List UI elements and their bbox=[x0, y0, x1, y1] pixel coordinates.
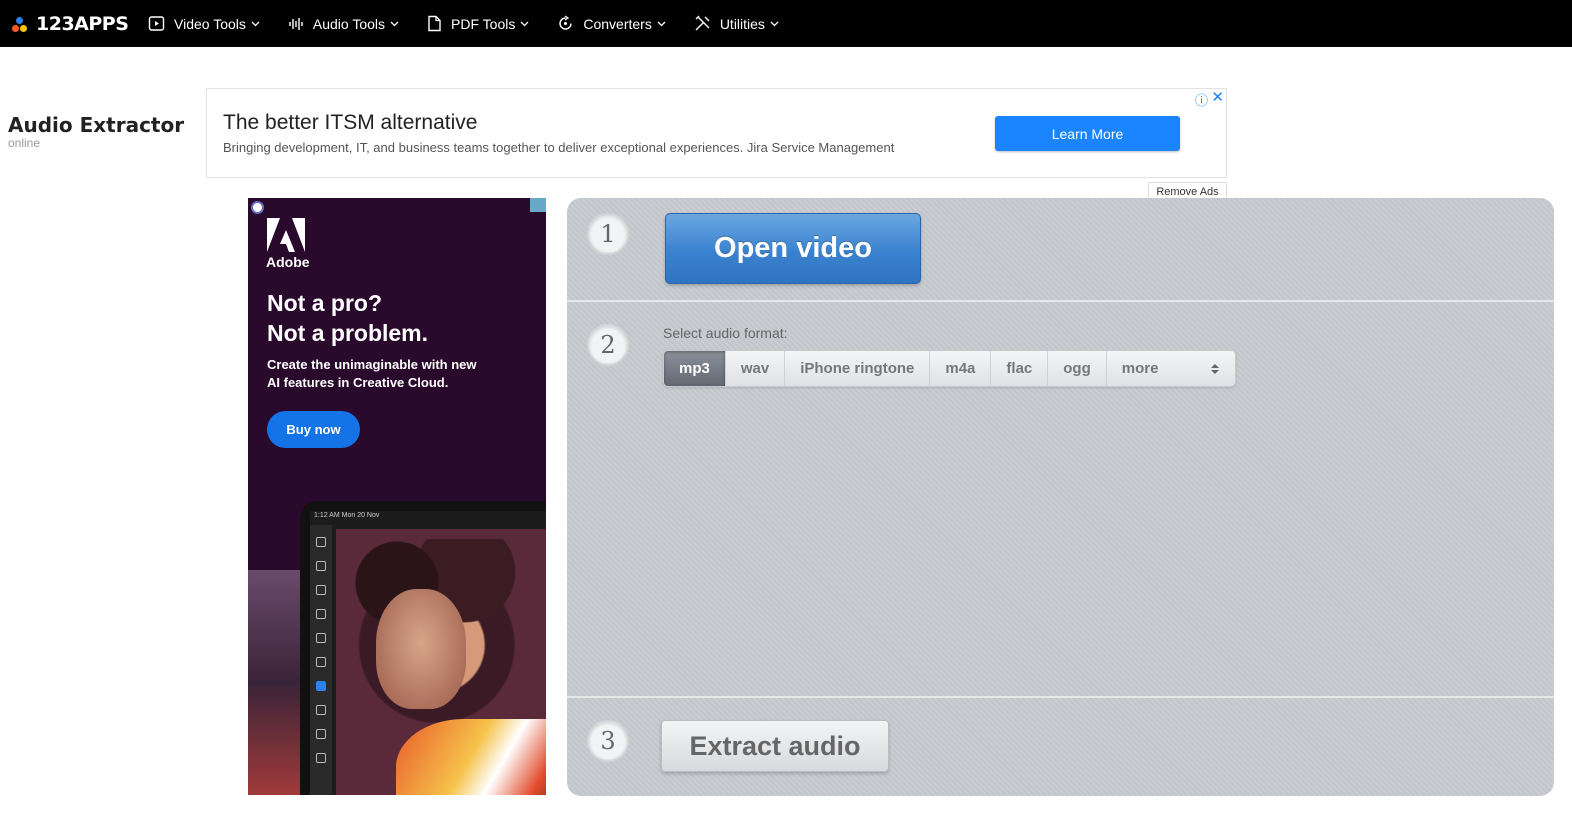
format-selector: mp3 wav iPhone ringtone m4a flac ogg mor… bbox=[663, 350, 1236, 387]
ad-background-image bbox=[248, 570, 300, 795]
pencil-tool-icon bbox=[316, 657, 326, 667]
select-arrows-icon bbox=[1210, 363, 1219, 374]
audio-wave-icon bbox=[289, 17, 303, 30]
text-tool-icon bbox=[316, 753, 326, 763]
top-navigation-bar: 123APPS Video Tools Audio Tools PDF Tool… bbox=[0, 0, 1572, 47]
banner-ad[interactable]: The better ITSM alternative Bringing dev… bbox=[206, 88, 1227, 178]
adobe-logo-icon bbox=[267, 218, 305, 252]
play-circle-icon bbox=[148, 16, 165, 31]
logo-dots-icon bbox=[12, 14, 32, 34]
brush-tool-icon bbox=[316, 537, 326, 547]
side-ad-body-1: Create the unimaginable with new bbox=[267, 357, 477, 372]
nav-video-tools-label: Video Tools bbox=[174, 15, 246, 32]
side-ad-adobe[interactable]: Adobe Not a pro? Not a problem. Create t… bbox=[248, 198, 546, 795]
ad-info-icon[interactable]: ⓘ bbox=[1195, 90, 1208, 109]
pen-tool-icon bbox=[316, 609, 326, 619]
audio-extractor-panel: 1 Open video 2 Select audio format: mp3 … bbox=[567, 198, 1554, 796]
step-extract-audio: 3 Extract audio bbox=[567, 700, 1554, 796]
nav-pdf-tools-label: PDF Tools bbox=[451, 15, 516, 32]
nav-pdf-tools[interactable]: PDF Tools bbox=[427, 0, 529, 47]
site-logo[interactable]: 123APPS bbox=[12, 13, 132, 35]
format-wav-button[interactable]: wav bbox=[726, 351, 786, 386]
format-m4a-button[interactable]: m4a bbox=[930, 351, 992, 386]
crop-tool-icon bbox=[316, 729, 326, 739]
step-select-format: 2 Select audio format: mp3 wav iPhone ri… bbox=[567, 304, 1554, 698]
nav-converters[interactable]: Converters bbox=[557, 0, 666, 47]
ad-close-icon[interactable]: ✕ bbox=[1211, 88, 1224, 106]
ad-privacy-icon[interactable] bbox=[251, 201, 264, 214]
adobe-brand-text: Adobe bbox=[266, 254, 310, 270]
format-more-label: more bbox=[1121, 360, 1159, 377]
format-ogg-button[interactable]: ogg bbox=[1048, 351, 1107, 386]
format-label: Select audio format: bbox=[663, 325, 788, 341]
side-ad-headline-1: Not a pro? bbox=[267, 290, 382, 316]
fill-tool-icon bbox=[316, 705, 326, 715]
open-video-button[interactable]: Open video bbox=[665, 213, 921, 284]
logo-text: 123APPS bbox=[36, 12, 129, 35]
format-more-select[interactable]: more bbox=[1107, 351, 1235, 386]
format-mp3-button[interactable]: mp3 bbox=[664, 351, 726, 386]
lasso-tool-icon bbox=[316, 585, 326, 595]
tablet-tool-rail bbox=[310, 525, 332, 795]
banner-ad-description: Bringing development, IT, and business t… bbox=[223, 140, 895, 155]
chevron-down-icon bbox=[251, 21, 260, 26]
tools-icon bbox=[695, 15, 710, 31]
step-open-video: 1 Open video bbox=[567, 198, 1554, 302]
extract-audio-button[interactable]: Extract audio bbox=[661, 720, 889, 772]
buy-now-button[interactable]: Buy now bbox=[267, 411, 360, 448]
nav-video-tools[interactable]: Video Tools bbox=[148, 0, 260, 47]
format-iphone-ringtone-button[interactable]: iPhone ringtone bbox=[785, 351, 931, 386]
banner-ad-title[interactable]: The better ITSM alternative bbox=[223, 111, 477, 135]
portrait-artwork-image bbox=[336, 529, 546, 795]
artwork-face bbox=[376, 589, 466, 709]
step-2-number: 2 bbox=[587, 324, 629, 366]
nav-audio-tools[interactable]: Audio Tools bbox=[288, 0, 399, 47]
step-3-number: 3 bbox=[587, 720, 629, 762]
page-title: Audio Extractor bbox=[8, 113, 185, 137]
main-nav: Video Tools Audio Tools PDF Tools Conver… bbox=[148, 0, 807, 47]
ad-choices-icon[interactable] bbox=[530, 198, 546, 212]
nav-audio-tools-label: Audio Tools bbox=[312, 15, 386, 32]
chevron-down-icon bbox=[657, 21, 666, 26]
nav-converters-label: Converters bbox=[583, 15, 652, 32]
chevron-down-icon bbox=[390, 21, 399, 26]
document-icon bbox=[428, 15, 441, 32]
side-ad-headline-2: Not a problem. bbox=[267, 320, 429, 346]
page-subtitle: online bbox=[8, 136, 41, 150]
smudge-tool-icon bbox=[316, 681, 326, 691]
chevron-down-icon bbox=[770, 21, 779, 26]
chevron-down-icon bbox=[520, 21, 529, 26]
step-1-number: 1 bbox=[587, 213, 629, 255]
nav-utilities-label: Utilities bbox=[719, 15, 765, 32]
tablet-status-bar: 1:12 AM Mon 20 Nov bbox=[314, 512, 380, 519]
tablet-screen: 1:12 AM Mon 20 Nov bbox=[310, 511, 546, 795]
side-ad-body-2: AI features in Creative Cloud. bbox=[267, 375, 449, 390]
learn-more-button[interactable]: Learn More bbox=[995, 116, 1180, 151]
eraser-tool-icon bbox=[316, 633, 326, 643]
ad-tablet-image: 1:12 AM Mon 20 Nov bbox=[300, 501, 546, 795]
format-flac-button[interactable]: flac bbox=[991, 351, 1049, 386]
select-tool-icon bbox=[316, 561, 326, 571]
convert-icon bbox=[559, 15, 573, 30]
artwork-scarf bbox=[396, 719, 546, 795]
nav-utilities[interactable]: Utilities bbox=[694, 0, 779, 47]
